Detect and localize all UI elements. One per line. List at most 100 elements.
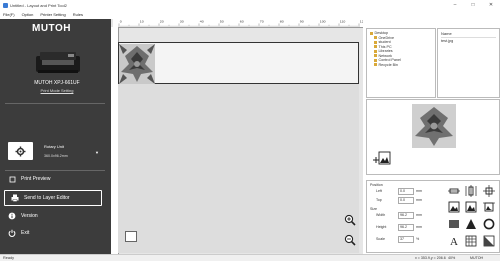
print-preview-label: Print Preview: [21, 176, 51, 182]
text-tool-button[interactable]: A: [447, 234, 460, 247]
rectangle-shape-button[interactable]: [447, 217, 460, 230]
svg-text:A: A: [450, 236, 458, 247]
window-title: Untitled - Layout and Print Tool2: [10, 2, 67, 8]
rotary-unit-label: Rotary Unit: [44, 144, 65, 149]
ruler-label: 50: [220, 20, 224, 24]
rotary-unit-button[interactable]: [8, 142, 33, 160]
crop-image-button[interactable]: [482, 200, 495, 213]
align-horizontal-icon: [447, 188, 460, 193]
zoom-level: 40%: [448, 256, 456, 260]
folder-icon: [374, 58, 377, 62]
file-list-header: Name: [441, 31, 496, 38]
align-vertical-button[interactable]: [464, 184, 477, 197]
triangle-shape-button[interactable]: [464, 217, 477, 230]
circle-shape-button[interactable]: [482, 217, 495, 230]
image-mode-button[interactable]: [464, 200, 477, 213]
unit-label: mm: [416, 198, 422, 202]
size-label: Size: [370, 207, 377, 211]
top-label: Top: [376, 198, 382, 202]
unit-label: mm: [416, 213, 422, 217]
ruler-label: 10: [140, 20, 144, 24]
menu-file[interactable]: File(F): [3, 12, 15, 17]
height-input[interactable]: 96.2: [398, 224, 414, 231]
menu-option[interactable]: Option: [22, 12, 34, 17]
unit-label: mm: [416, 225, 422, 229]
ruler-label: 90: [300, 20, 304, 24]
center-icon: [482, 184, 495, 197]
info-icon: [8, 212, 16, 220]
width-input[interactable]: 96.2: [398, 212, 414, 219]
folder-icon: [374, 40, 377, 44]
folder-icon: [374, 54, 377, 58]
scale-input[interactable]: 37: [398, 236, 414, 243]
width-label: Width: [376, 213, 386, 217]
tree-item-recycle-bin[interactable]: Recycle Bin: [370, 63, 432, 68]
menu-bar: File(F) Option Printer Setting Rules: [0, 10, 500, 18]
image-icon: [465, 201, 476, 212]
left-input[interactable]: 0.0: [398, 188, 414, 195]
add-image-icon: [372, 151, 390, 165]
ruler-label: 100: [320, 20, 326, 24]
add-image-button[interactable]: [371, 150, 391, 167]
folder-icon: [374, 49, 377, 53]
status-mode: MUTOH: [470, 256, 484, 260]
gear-icon: [15, 146, 26, 156]
pattern-fill-button[interactable]: [464, 234, 477, 247]
menu-rules[interactable]: Rules: [73, 12, 83, 17]
percent-label: %: [416, 237, 420, 241]
rectangle-icon: [448, 219, 459, 228]
status-text: Ready: [3, 256, 14, 260]
scale-label: Scale: [376, 237, 385, 241]
folder-tree[interactable]: Desktop OneDrive student This PC Librari…: [366, 28, 436, 98]
placed-image[interactable]: [119, 44, 155, 84]
ruler-label: 60: [240, 20, 244, 24]
rotary-unit-size: 360.0x96.2mm: [44, 154, 68, 158]
power-icon: [8, 229, 16, 237]
print-mode-setting-link[interactable]: Print Mode Setting: [12, 88, 102, 93]
zoom-in-icon: [344, 214, 356, 226]
minimize-button[interactable]: –: [446, 0, 464, 10]
layout-grid-icon[interactable]: [125, 231, 137, 242]
sidebar-divider: [5, 170, 105, 171]
menu-printer-setting[interactable]: Printer Setting: [40, 12, 65, 17]
file-list[interactable]: Name test.jpg: [437, 28, 500, 98]
status-bar: Ready x = 353.9,y = 206.6 40% MUTOH: [0, 254, 500, 261]
print-preview-button[interactable]: Print Preview: [8, 173, 50, 185]
fit-image-button[interactable]: [447, 200, 460, 213]
ruler-label: 0: [120, 20, 122, 24]
sidebar-divider: [5, 103, 105, 104]
ruler-label: 70: [260, 20, 264, 24]
printer-name: MUTOH XPJ-661UF: [34, 80, 80, 86]
zoom-in-button[interactable]: [343, 213, 356, 226]
ruler-label: 110: [340, 20, 346, 24]
close-button[interactable]: ✕: [482, 0, 500, 10]
top-input[interactable]: 0.0: [398, 197, 414, 204]
properties-panel: [366, 180, 500, 253]
image-preview: [412, 104, 456, 148]
height-label: Height: [376, 225, 387, 229]
align-horizontal-button[interactable]: [447, 184, 460, 197]
maximize-button[interactable]: □: [464, 0, 482, 10]
color-picker-button[interactable]: [482, 234, 495, 247]
chevron-down-icon[interactable]: ▼: [95, 150, 99, 155]
left-label: Left: [376, 189, 382, 193]
ruler-label: 80: [280, 20, 284, 24]
exit-label: Exit: [21, 230, 30, 236]
zoom-out-button[interactable]: [343, 233, 356, 246]
center-button[interactable]: [482, 184, 495, 197]
align-vertical-icon: [465, 184, 476, 197]
image-icon: [448, 201, 459, 212]
app-icon: [3, 2, 8, 8]
horizontal-ruler: 0 10 20 30 40 50 60 70 80 90 100 110 120: [113, 19, 363, 28]
file-list-item[interactable]: test.jpg: [441, 39, 496, 43]
version-button[interactable]: Version: [8, 210, 38, 222]
ruler-label: 20: [160, 20, 164, 24]
exit-button[interactable]: Exit: [8, 227, 29, 239]
ruler-label: 40: [200, 20, 204, 24]
text-icon: A: [450, 236, 458, 247]
color-picker-icon: [483, 235, 494, 246]
send-to-layer-editor-button[interactable]: Send to Layer Editor: [4, 190, 102, 206]
printer-icon: [11, 194, 19, 202]
ruler-label: 120: [360, 20, 363, 24]
preview-icon: [8, 175, 16, 183]
